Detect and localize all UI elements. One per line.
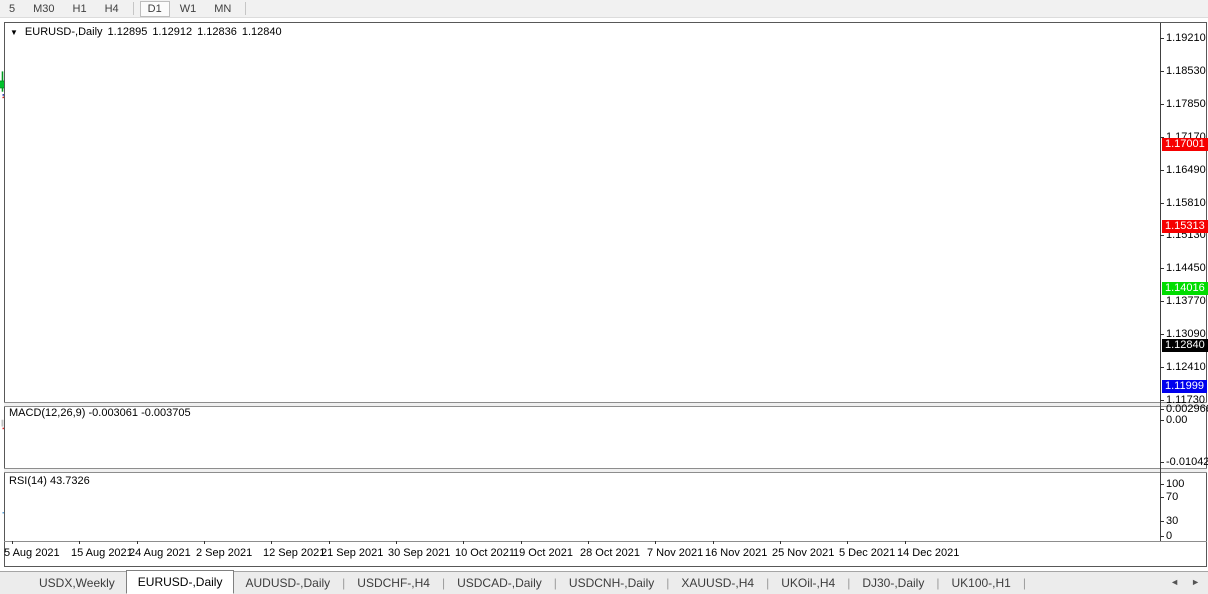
price-axis-label: 1.12410 [1166,361,1206,373]
current-price-tag: 1.12840 [1162,339,1208,352]
price-axis-label: 1.17850 [1166,98,1206,110]
macd-axis-tick [1160,462,1164,463]
chart-tab-uk100-h1[interactable]: UK100-,H1 [940,573,1021,593]
chart-symbol-period: EURUSD-,Daily [24,26,103,38]
rsi-axis-tick [1160,536,1164,537]
chart-tabs-bar: USDX,Weekly EURUSD-,Daily AUDUSD-,Daily | US… [0,570,1208,594]
price-axis-tick [1160,203,1164,204]
date-axis-tick [713,541,714,544]
macd-axis-label: -0.010422 [1166,456,1208,468]
rsi-axis-label: 30 [1166,515,1179,527]
date-label: 21 Sep 2021 [321,547,384,559]
panel-splitter-rsi[interactable] [4,468,1207,473]
chart-tab-usdcad-daily[interactable]: USDCAD-,Daily [446,573,553,593]
plot-bottom-border [4,541,1207,542]
chart-tab-eurusd-daily[interactable]: EURUSD-,Daily [125,570,235,594]
chart-tab-ukoil-h4[interactable]: UKOil-,H4 [770,573,846,593]
date-axis-tick [780,541,781,544]
price-axis-separator [1160,23,1161,541]
date-label: 14 Dec 2021 [897,547,960,559]
date-axis-tick [204,541,205,544]
price-axis-tick [1160,71,1164,72]
date-label: 7 Nov 2021 [647,547,704,559]
price-axis-label: 1.16490 [1166,164,1206,176]
price-tag-1.11999: 1.11999 [1162,380,1207,393]
date-label: 24 Aug 2021 [129,547,191,559]
price-axis-tick [1160,301,1164,302]
quote-open: 1.12895 [107,26,148,38]
date-axis-tick [329,541,330,544]
date-label: 30 Sep 2021 [388,547,451,559]
chart-tab-usdcnh-daily[interactable]: USDCNH-,Daily [558,573,665,593]
rsi-axis-label: 100 [1166,478,1185,490]
macd-panel-label: MACD(12,26,9) -0.003061 -0.003705 [9,407,191,419]
price-axis-tick [1160,334,1164,335]
date-axis-tick [12,541,13,544]
macd-axis-tick [1160,420,1164,421]
price-axis-tick [1160,104,1164,105]
price-tag-1.17001: 1.17001 [1162,138,1208,151]
price-axis-tick [1160,268,1164,269]
price-axis-tick [1160,38,1164,39]
chart-tab-xauusd-h4[interactable]: XAUUSD-,H4 [670,573,765,593]
rsi-axis-label: 0 [1166,530,1173,542]
date-label: 15 Aug 2021 [71,547,133,559]
price-axis-label: 1.13770 [1166,295,1206,307]
price-axis-label: 1.18530 [1166,65,1206,77]
date-axis-tick [79,541,80,544]
quote-close: 1.12840 [241,26,282,38]
date-axis-tick [588,541,589,544]
macd-axis-tick [1160,409,1164,410]
date-label: 19 Oct 2021 [513,547,573,559]
date-label: 28 Oct 2021 [580,547,640,559]
rsi-axis-label: 70 [1166,491,1179,503]
quote-low: 1.12836 [197,26,237,38]
price-axis-tick [1160,235,1164,236]
date-axis-tick [905,541,906,544]
date-label: 2 Sep 2021 [196,547,253,559]
price-axis-label: 1.19210 [1166,32,1206,44]
tabs-scroll-left-icon[interactable]: ◄ [1170,577,1179,587]
chart-tab-dj30-daily[interactable]: DJ30-,Daily [851,573,935,593]
dropdown-triangle-icon[interactable]: ▼ [10,28,18,37]
price-tag-1.14016: 1.14016 [1162,282,1208,295]
date-label: 16 Nov 2021 [705,547,768,559]
date-axis-tick [137,541,138,544]
price-tag-1.15313: 1.15313 [1162,220,1208,233]
date-axis-tick [847,541,848,544]
chart-window [4,22,1207,567]
price-axis-tick [1160,367,1164,368]
price-axis-tick [1160,170,1164,171]
price-axis-label: 1.14450 [1166,262,1206,274]
date-axis-tick [463,541,464,544]
chart-title: ▼ EURUSD-,Daily 1.12895 1.12912 1.12836 … [10,26,282,38]
date-label: 12 Sep 2021 [263,547,326,559]
date-label: 5 Aug 2021 [4,547,60,559]
rsi-axis-tick [1160,497,1164,498]
macd-axis-label: 0.00 [1166,414,1188,426]
rsi-panel-label: RSI(14) 43.7326 [9,475,90,487]
price-axis-tick [1160,400,1164,401]
price-axis-label: 1.15810 [1166,197,1206,209]
chart-tab-usdx-weekly[interactable]: USDX,Weekly [28,573,126,593]
tab-separator: | [1022,576,1026,590]
tabs-scroll-right-icon[interactable]: ► [1191,577,1200,587]
quote-high: 1.12912 [152,26,193,38]
rsi-axis-tick [1160,484,1164,485]
date-axis-tick [396,541,397,544]
chart-tab-audusd-daily[interactable]: AUDUSD-,Daily [234,573,341,593]
date-axis-tick [271,541,272,544]
date-label: 5 Dec 2021 [839,547,896,559]
date-axis-tick [521,541,522,544]
rsi-axis-tick [1160,521,1164,522]
date-label: 25 Nov 2021 [772,547,835,559]
chart-tab-usdchf-h4[interactable]: USDCHF-,H4 [346,573,441,593]
date-label: 10 Oct 2021 [455,547,515,559]
date-axis-tick [655,541,656,544]
